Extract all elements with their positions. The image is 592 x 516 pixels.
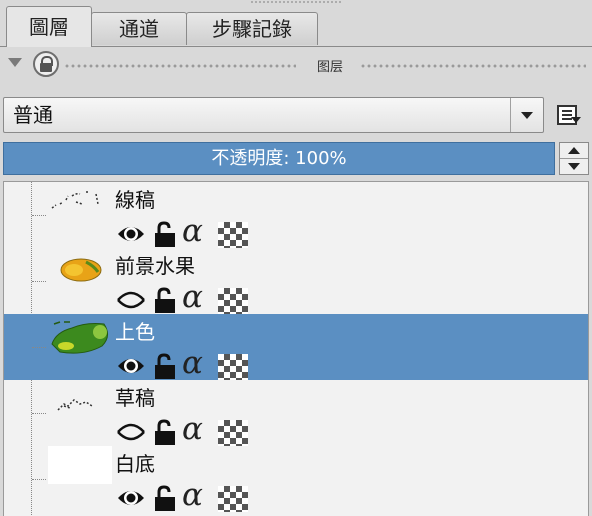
layer-icons: α (116, 214, 256, 248)
opacity-spinner[interactable] (559, 142, 589, 175)
chevron-down-icon[interactable] (510, 98, 543, 132)
tree-branch (32, 347, 46, 348)
layer-icons: α (116, 412, 256, 446)
tab-bar: 圖層 通道 步驟記錄 (0, 0, 592, 47)
eye-icon[interactable] (116, 352, 146, 380)
lock-row-label: 图层 (316, 60, 343, 75)
eye-icon[interactable] (116, 484, 146, 512)
layer-icons: α (116, 346, 256, 380)
layer-row-selected[interactable]: 上色 α (4, 314, 588, 380)
transparency-icon[interactable] (218, 420, 248, 446)
lock-dots-right (360, 63, 586, 69)
lock-open-icon[interactable] (150, 418, 180, 446)
spin-up-icon[interactable] (560, 143, 588, 159)
alpha-icon[interactable]: α (182, 280, 203, 314)
layer-row[interactable]: 白底 α (4, 446, 588, 512)
lock-open-icon[interactable] (150, 352, 180, 380)
layer-name[interactable]: 上色 (115, 319, 155, 345)
layer-name[interactable]: 草稿 (115, 385, 155, 411)
transparency-icon[interactable] (218, 288, 248, 314)
lock-open-icon[interactable] (150, 286, 180, 314)
layer-name[interactable]: 線稿 (115, 187, 155, 213)
lineart-icon (51, 191, 99, 209)
lock-open-icon[interactable] (150, 220, 180, 248)
layer-name[interactable]: 白底 (115, 451, 155, 477)
lock-icon[interactable] (33, 51, 59, 77)
opacity-slider[interactable]: 不透明度: 100% (3, 142, 555, 175)
transparency-icon[interactable] (218, 222, 248, 248)
alpha-icon[interactable]: α (182, 346, 203, 380)
layer-name[interactable]: 前景水果 (115, 253, 195, 279)
sketch-icon (57, 399, 93, 411)
tab-channels[interactable]: 通道 (91, 12, 187, 45)
layer-row[interactable]: 草稿 α (4, 380, 588, 446)
lock-dots-left (64, 63, 296, 69)
layer-icons: α (116, 280, 256, 314)
lock-open-icon[interactable] (150, 484, 180, 512)
opacity-label: 不透明度: 100% (211, 148, 347, 169)
panel-menu-icon[interactable] (553, 99, 585, 131)
spin-down-icon[interactable] (560, 159, 588, 174)
orange-slice-icon (60, 258, 102, 282)
green-fruit-icon (51, 321, 108, 354)
alpha-icon[interactable]: α (182, 478, 203, 512)
tree-branch (32, 215, 46, 216)
alpha-icon[interactable]: α (182, 214, 203, 248)
layer-row[interactable]: 前景水果 α (4, 248, 588, 314)
tree-branch (32, 413, 46, 414)
alpha-icon[interactable]: α (182, 412, 203, 446)
blend-mode-value: 普通 (13, 103, 53, 127)
tab-layers[interactable]: 圖層 (6, 6, 92, 47)
blend-mode-select[interactable]: 普通 (3, 97, 544, 133)
tree-branch (32, 281, 46, 282)
layer-icons: α (116, 478, 256, 512)
layer-list[interactable]: 線稿 α 前景水果 α 上色 α 草稿 α 白底 α (3, 181, 589, 516)
transparency-icon[interactable] (218, 354, 248, 380)
lock-row: 图层 (0, 48, 592, 82)
eye-closed-icon[interactable] (116, 418, 146, 446)
layer-row[interactable]: 線稿 α (4, 182, 588, 248)
tab-history[interactable]: 步驟記錄 (186, 12, 318, 45)
collapse-arrow-icon[interactable] (8, 58, 22, 67)
white-fill-icon (48, 446, 112, 484)
transparency-icon[interactable] (218, 486, 248, 512)
eye-closed-icon[interactable] (116, 286, 146, 314)
tree-branch (32, 479, 46, 480)
eye-icon[interactable] (116, 220, 146, 248)
